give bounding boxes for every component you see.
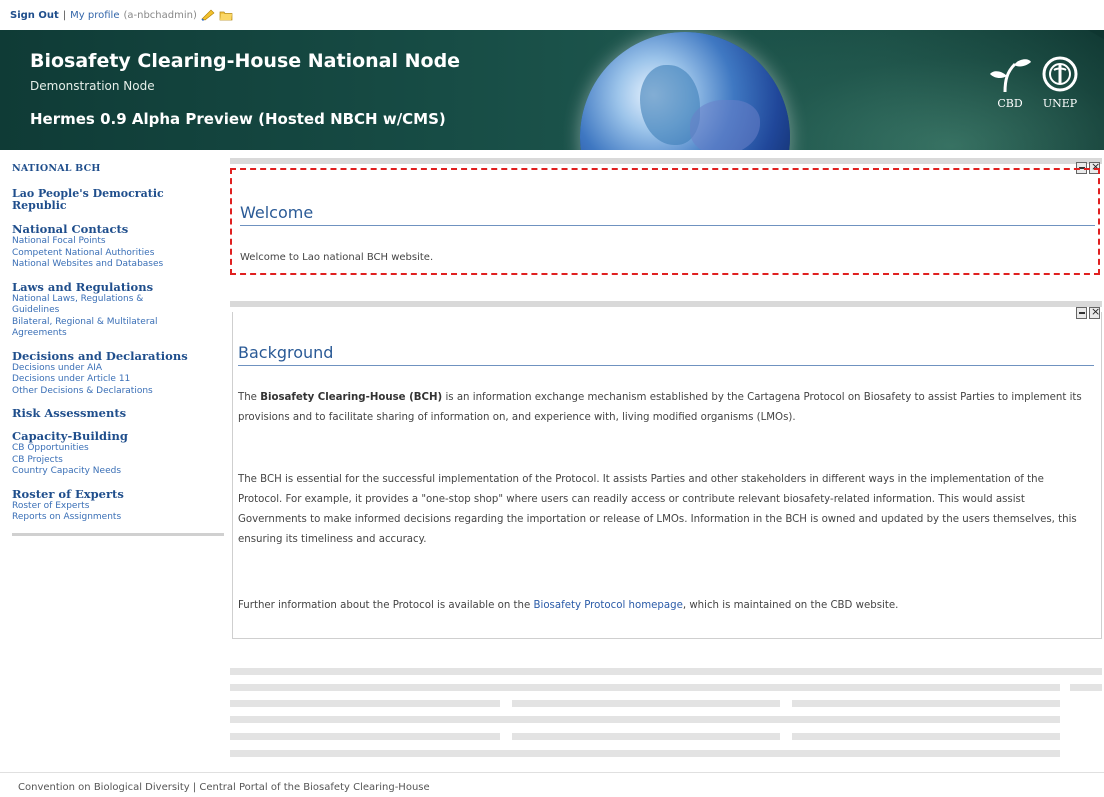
nav-section-title[interactable]: Laws and Regulations	[12, 280, 224, 294]
nav-section-national-contacts: National Contacts National Focal Points …	[12, 222, 224, 271]
nav-section-title[interactable]: Capacity-Building	[12, 429, 224, 443]
cbd-leaf-icon	[990, 59, 1031, 93]
nav-link[interactable]: CB Opportunities	[12, 443, 207, 455]
cbd-logo[interactable]: CBD	[985, 54, 1035, 114]
nav-section-title[interactable]: Roster of Experts	[12, 487, 224, 501]
nav-link[interactable]: Decisions under Article 11	[12, 374, 207, 386]
sidebar-country[interactable]: Lao People's Democratic Republic	[12, 188, 192, 212]
sign-out-link[interactable]: Sign Out	[10, 10, 59, 21]
nav-section-capacity: Capacity-Building CB Opportunities CB Pr…	[12, 429, 224, 478]
placeholder-bar	[230, 684, 1060, 691]
nav-link[interactable]: Roster of Experts	[12, 501, 207, 513]
folder-icon[interactable]	[219, 9, 233, 21]
nav-link[interactable]: Bilateral, Regional & Multilateral Agree…	[12, 317, 182, 340]
background-paragraph: The Biosafety Clearing-House (BCH) is an…	[238, 392, 1082, 423]
username-label: (a-nbchadmin)	[123, 9, 197, 21]
nav-link[interactable]: National Focal Points	[12, 236, 207, 248]
panel-header-bar	[230, 301, 1102, 307]
placeholder-bar	[230, 750, 1060, 757]
placeholder-bar	[230, 716, 1060, 723]
nav-section-roster: Roster of Experts Roster of Experts Repo…	[12, 487, 224, 524]
placeholder-bar	[512, 700, 780, 707]
footer-links[interactable]: Convention on Biological Diversity | Cen…	[18, 782, 430, 793]
background-heading: Background	[238, 343, 334, 362]
heading-underline	[238, 365, 1094, 366]
background-paragraph: Further information about the Protocol i…	[238, 600, 899, 611]
site-banner: Biosafety Clearing-House National Node D…	[0, 30, 1104, 150]
background-panel: Background The Biosafety Clearing-House …	[232, 312, 1102, 639]
welcome-heading: Welcome	[240, 203, 314, 222]
nav-section-decisions: Decisions and Declarations Decisions und…	[12, 349, 224, 398]
panel-header-bar	[230, 158, 1102, 164]
nav-section-title[interactable]: Decisions and Declarations	[12, 349, 224, 363]
unep-logo[interactable]: UNEP	[1032, 54, 1088, 114]
nav-link[interactable]: Reports on Assignments	[12, 512, 207, 524]
nav-section-title[interactable]: National Contacts	[12, 222, 224, 236]
placeholder-bar	[230, 700, 500, 707]
cbd-logo-text: CBD	[997, 97, 1023, 110]
nav-link[interactable]: National Laws, Regulations & Guidelines	[12, 294, 182, 317]
site-title: Biosafety Clearing-House National Node	[30, 50, 461, 72]
nav-section-title[interactable]: Risk Assessments	[12, 406, 224, 420]
placeholder-bar	[230, 668, 1102, 675]
placeholder-bar	[792, 733, 1060, 740]
sidebar-divider	[12, 532, 224, 536]
my-profile-link[interactable]: My profile	[70, 10, 119, 21]
protocol-homepage-link[interactable]: Biosafety Protocol homepage	[534, 600, 683, 611]
background-paragraph: The BCH is essential for the successful …	[238, 474, 1077, 545]
nav-link[interactable]: Country Capacity Needs	[12, 466, 207, 478]
heading-underline	[240, 225, 1095, 226]
globe-landmass	[690, 100, 760, 150]
sidebar-heading[interactable]: NATIONAL BCH	[12, 163, 224, 174]
site-subtitle: Demonstration Node	[30, 79, 155, 93]
nav-link[interactable]: National Websites and Databases	[12, 259, 207, 271]
nav-link[interactable]: Other Decisions & Declarations	[12, 386, 207, 398]
unep-emblem-icon	[1042, 56, 1078, 92]
nav-section-risk: Risk Assessments	[12, 406, 224, 420]
placeholder-bar	[792, 700, 1060, 707]
welcome-panel: Welcome Welcome to Lao national BCH webs…	[230, 168, 1100, 275]
nav-link[interactable]: CB Projects	[12, 455, 207, 467]
nav-link[interactable]: Competent National Authorities	[12, 248, 207, 260]
nav-section-laws: Laws and Regulations National Laws, Regu…	[12, 280, 224, 340]
version-tag: Hermes 0.9 Alpha Preview (Hosted NBCH w/…	[30, 110, 446, 128]
placeholder-bar	[230, 733, 500, 740]
sidebar-navigation: NATIONAL BCH Lao People's Democratic Rep…	[12, 163, 224, 536]
bch-name: Biosafety Clearing-House (BCH)	[260, 392, 443, 403]
placeholder-bar	[1070, 684, 1102, 691]
separator: |	[62, 9, 67, 21]
unep-logo-text: UNEP	[1042, 97, 1078, 110]
page-footer: Convention on Biological Diversity | Cen…	[0, 772, 1104, 793]
welcome-text: Welcome to Lao national BCH website.	[240, 252, 434, 263]
nav-link[interactable]: Decisions under AIA	[12, 363, 207, 375]
placeholder-bar	[512, 733, 780, 740]
edit-icon[interactable]	[201, 9, 215, 22]
top-user-bar: Sign Out | My profile (a-nbchadmin)	[10, 6, 233, 24]
